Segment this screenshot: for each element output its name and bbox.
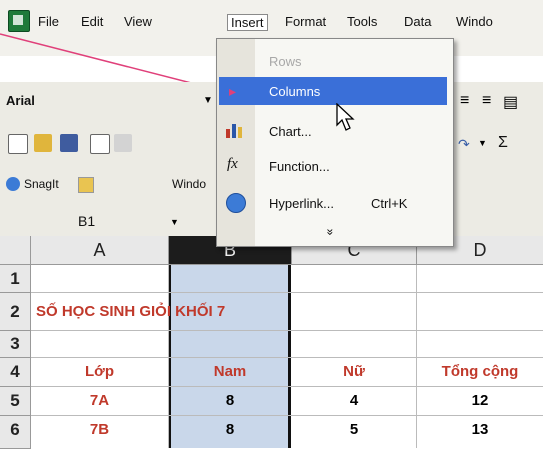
snagit-button[interactable]: SnagIt bbox=[24, 177, 59, 191]
menu-item-label: Chart... bbox=[269, 124, 312, 139]
cell-d6[interactable]: 13 bbox=[417, 416, 543, 444]
menu-item-label: Rows bbox=[269, 54, 302, 69]
menu-tools[interactable]: Tools bbox=[347, 14, 377, 29]
font-dropdown-icon[interactable]: ▼ bbox=[203, 95, 213, 106]
snagit-icon bbox=[6, 177, 20, 191]
menu-format[interactable]: Format bbox=[285, 14, 326, 29]
cell-a4[interactable]: Lớp bbox=[31, 358, 168, 386]
menu-window[interactable]: Windo bbox=[456, 14, 493, 29]
menu-insert[interactable]: Insert bbox=[227, 14, 268, 31]
cell-b5[interactable]: 8 bbox=[169, 387, 291, 415]
redo-dropdown-icon[interactable]: ▼ bbox=[478, 138, 487, 148]
align-right-icon[interactable]: ≡ bbox=[482, 92, 491, 110]
column-header-a[interactable]: A bbox=[31, 236, 169, 265]
hyperlink-globe-icon bbox=[226, 193, 246, 213]
menu-item-label: Hyperlink... bbox=[269, 196, 335, 211]
menu-item-chart[interactable]: Chart... bbox=[217, 117, 451, 145]
cell-c4[interactable]: Nữ bbox=[292, 358, 416, 386]
redo-icon[interactable]: ↷ bbox=[458, 136, 470, 153]
row-header-4[interactable]: 4 bbox=[0, 358, 31, 387]
mouse-cursor-icon bbox=[336, 103, 355, 131]
menu-view[interactable]: View bbox=[124, 14, 152, 29]
cell-a5[interactable]: 7A bbox=[31, 387, 168, 415]
row-header-5[interactable]: 5 bbox=[0, 387, 31, 416]
cell-a6[interactable]: 7B bbox=[31, 416, 168, 444]
align-center-icon[interactable]: ≡ bbox=[460, 92, 469, 110]
gridline bbox=[31, 330, 543, 331]
menu-file[interactable]: File bbox=[38, 14, 59, 29]
font-name-box[interactable]: Arial bbox=[6, 93, 35, 108]
new-icon[interactable] bbox=[8, 134, 28, 154]
menu-expand-chevron-icon[interactable]: » bbox=[323, 229, 337, 236]
window-button[interactable]: Windo bbox=[172, 177, 206, 191]
cell-d5[interactable]: 12 bbox=[417, 387, 543, 415]
open-icon[interactable] bbox=[34, 134, 52, 152]
name-box-dropdown-icon[interactable]: ▼ bbox=[170, 217, 179, 227]
insert-menu-dropdown: Rows ▸ Columns Chart... fx Function... H… bbox=[216, 38, 454, 247]
row-header-6[interactable]: 6 bbox=[0, 416, 31, 449]
sheet-title-cell[interactable]: SỐ HỌC SINH GIỎI KHỐI 7 bbox=[36, 303, 225, 320]
chart-icon bbox=[225, 121, 245, 142]
function-icon: fx bbox=[227, 156, 238, 172]
menu-item-label: Function... bbox=[269, 159, 330, 174]
menu-item-columns[interactable]: ▸ Columns bbox=[219, 77, 447, 105]
row-header-1[interactable]: 1 bbox=[0, 265, 31, 293]
columns-icon: ▸ bbox=[229, 83, 237, 99]
row-header-2[interactable]: 2 bbox=[0, 293, 31, 331]
excel-app-icon[interactable] bbox=[8, 10, 30, 32]
cell-c5[interactable]: 4 bbox=[292, 387, 416, 415]
cell-d4[interactable]: Tổng cộng bbox=[417, 358, 543, 386]
snagit-window-icon[interactable] bbox=[78, 177, 94, 193]
menu-item-label: Columns bbox=[269, 84, 321, 99]
menu-data[interactable]: Data bbox=[404, 14, 431, 29]
save-icon[interactable] bbox=[60, 134, 78, 152]
print-preview-icon[interactable] bbox=[90, 134, 110, 154]
menu-item-hyperlink[interactable]: Hyperlink... Ctrl+K bbox=[217, 189, 451, 217]
menu-item-shortcut: Ctrl+K bbox=[371, 196, 408, 211]
spelling-icon[interactable] bbox=[114, 134, 132, 152]
select-all-corner[interactable] bbox=[0, 236, 31, 265]
menu-item-rows[interactable]: Rows bbox=[217, 47, 451, 75]
row-header-3[interactable]: 3 bbox=[0, 331, 31, 358]
cell-c6[interactable]: 5 bbox=[292, 416, 416, 444]
name-box[interactable]: B1 bbox=[78, 213, 95, 229]
autosum-icon[interactable]: Σ bbox=[498, 134, 508, 152]
cell-b6[interactable]: 8 bbox=[169, 416, 291, 444]
cell-b4[interactable]: Nam bbox=[169, 358, 291, 386]
gridline bbox=[31, 292, 543, 293]
menu-edit[interactable]: Edit bbox=[81, 14, 103, 29]
menu-item-function[interactable]: fx Function... bbox=[217, 152, 451, 180]
merge-icon[interactable]: ▤ bbox=[503, 92, 518, 112]
